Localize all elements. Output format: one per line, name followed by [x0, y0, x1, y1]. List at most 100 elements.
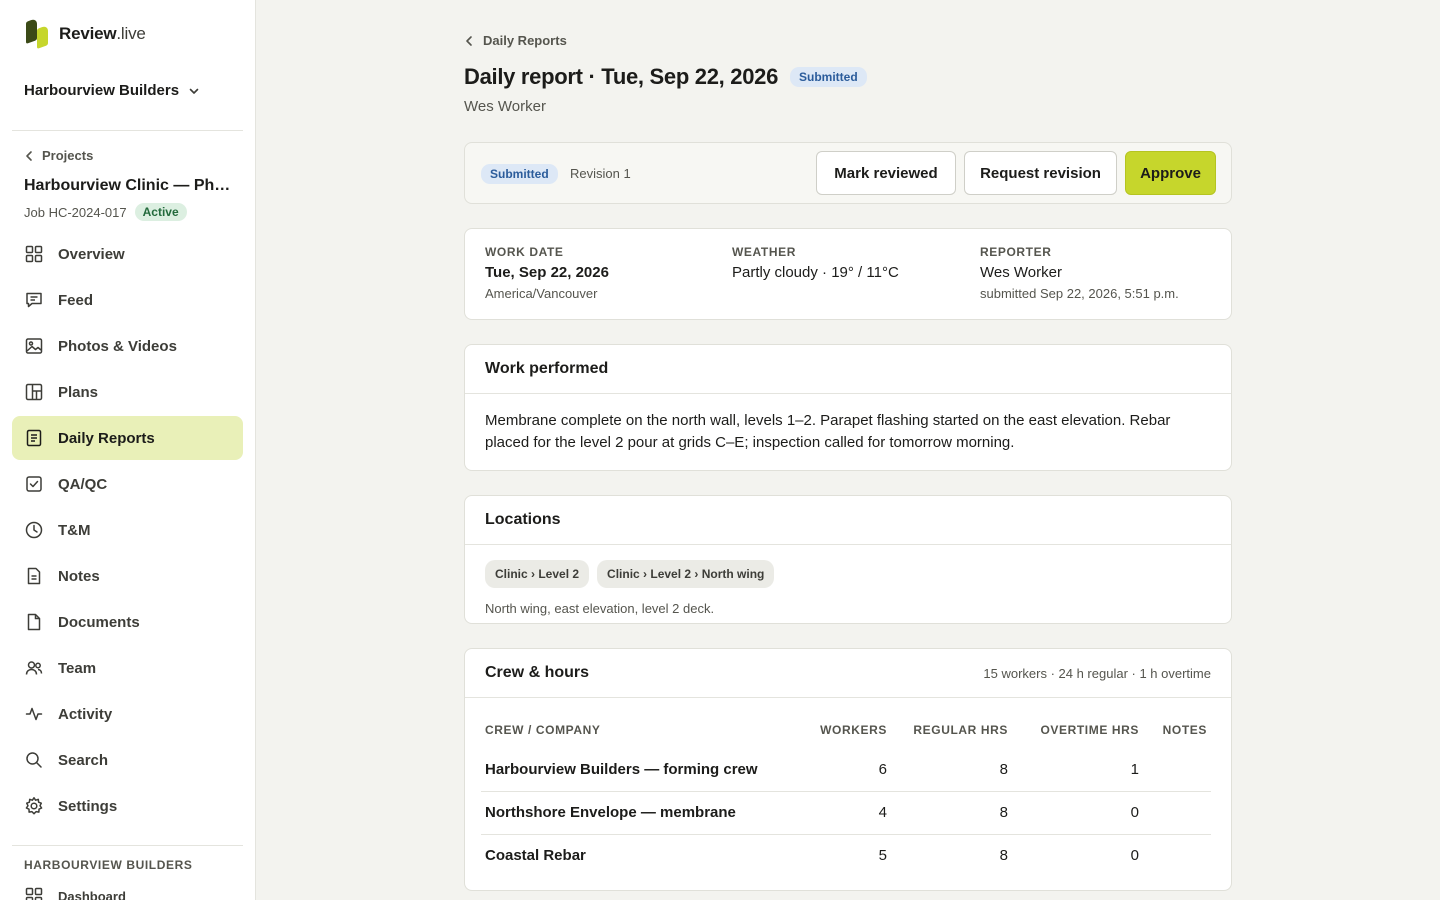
action-status-badge: Submitted [481, 164, 558, 184]
crew-table: CREW / COMPANY WORKERS REGULAR HRS OVERT… [481, 712, 1211, 877]
chevron-down-icon [189, 88, 199, 94]
location-tag: Clinic › Level 2 › North wing [597, 560, 775, 588]
brand-logo-icon [24, 17, 50, 50]
chevron-left-icon [466, 35, 472, 46]
table-row: Harbourview Builders — forming crew 6 8 … [481, 748, 1211, 792]
project-name: Harbourview Clinic — Phase 2 [24, 177, 234, 194]
crew-regular-hours: 8 [999, 847, 1008, 865]
column-header: OVERTIME HRS [1040, 723, 1139, 737]
locations-title: Locations [485, 511, 561, 528]
checkbox-icon [26, 476, 42, 492]
sidebar-item-activity[interactable]: Activity [12, 692, 243, 736]
report-meta-card: WORK DATE Tue, Sep 22, 2026 America/Vanc… [464, 228, 1232, 320]
request-revision-button[interactable]: Request revision [964, 151, 1117, 195]
crew-workers: 4 [801, 791, 891, 835]
gear-icon [25, 797, 43, 815]
table-header-row: CREW / COMPANY WORKERS REGULAR HRS OVERT… [481, 712, 1211, 748]
sidebar: Review.live Harbourview Builders Project… [0, 0, 256, 900]
brand[interactable]: Review.live [24, 17, 146, 50]
crew-hours-card: Crew & hours 15 workers · 24 h regular ·… [464, 648, 1232, 891]
job-row: Job HC-2024-017 Active [24, 203, 187, 221]
crew-summary: 15 workers · 24 h regular · 1 h overtime [983, 665, 1211, 681]
message-icon [26, 292, 42, 308]
revision-label: Revision 1 [570, 166, 631, 181]
work-date-value: Tue, Sep 22, 2026 [485, 264, 609, 281]
project-status-badge: Active [134, 203, 187, 221]
plans-icon [25, 383, 43, 401]
grid-icon [25, 245, 43, 263]
brand-name: Review.live [59, 24, 146, 43]
note-icon [27, 567, 41, 585]
timezone-value: America/Vancouver [485, 286, 598, 301]
org-section-label: HARBOURVIEW BUILDERS [24, 858, 193, 872]
approve-button[interactable]: Approve [1125, 151, 1216, 195]
page-title: Daily report · Tue, Sep 22, 2026 [464, 64, 779, 89]
crew-overtime-hours: 1 [1012, 748, 1143, 792]
sidebar-item-search[interactable]: Search [12, 738, 243, 782]
sidebar-divider [12, 130, 243, 131]
activity-icon [25, 707, 43, 721]
page-subtitle: Wes Worker [464, 98, 546, 115]
grid-icon [25, 887, 43, 900]
sidebar-item-overview[interactable]: Overview [12, 232, 243, 276]
image-icon [25, 338, 43, 354]
weather-value: Partly cloudy · 19° / 11°C [732, 264, 899, 281]
mark-reviewed-button[interactable]: Mark reviewed [816, 151, 956, 195]
sidebar-item-tm[interactable]: T&M [12, 508, 243, 552]
breadcrumb[interactable]: Daily Reports [464, 33, 567, 48]
crew-overtime-hours: 0 [1012, 791, 1143, 835]
sidebar-item-documents[interactable]: Documents [12, 600, 243, 644]
team-icon [25, 661, 43, 675]
sidebar-item-feed[interactable]: Feed [12, 278, 243, 322]
sidebar-item-settings[interactable]: Settings [12, 784, 243, 828]
locations-card: Locations Clinic › Level 2 Clinic › Leve… [464, 495, 1232, 624]
sidebar-item-photos-videos[interactable]: Photos & Videos [12, 324, 243, 368]
crew-name: Coastal Rebar [485, 847, 586, 865]
work-performed-card: Work performed Membrane complete on the … [464, 344, 1232, 471]
column-header: NOTES [1162, 723, 1207, 737]
locations-note: North wing, east elevation, level 2 deck… [485, 601, 715, 616]
location-tag: Clinic › Level 2 [485, 560, 590, 588]
review-action-bar: Submitted Revision 1 Mark reviewed Reque… [464, 142, 1232, 204]
sidebar-item-qaqc[interactable]: QA/QC [12, 462, 243, 506]
crew-hours-title: Crew & hours [485, 664, 590, 681]
status-badge: Submitted [790, 67, 867, 87]
clock-icon [25, 521, 43, 539]
crew-workers: 5 [878, 847, 887, 865]
table-row: Northshore Envelope — membrane 4 8 0 [481, 791, 1211, 835]
reporter-value: Wes Worker [980, 264, 1062, 281]
crew-notes [1143, 834, 1211, 877]
column-header: WORKERS [820, 723, 887, 737]
projects-back-link[interactable]: Projects [24, 148, 93, 163]
sidebar-item-notes[interactable]: Notes [12, 554, 243, 598]
job-number: Job HC-2024-017 [24, 204, 127, 220]
title-row: Daily report · Tue, Sep 22, 2026 Submitt… [464, 64, 867, 90]
project-nav: Overview Feed Photos & Videos Plans Dail… [12, 232, 243, 830]
search-icon [26, 752, 42, 768]
crew-name: Northshore Envelope — membrane [481, 791, 801, 835]
sidebar-item-plans[interactable]: Plans [12, 370, 243, 414]
sidebar-item-dashboard[interactable]: Dashboard [24, 886, 126, 900]
crew-notes [1143, 748, 1211, 792]
work-date-field: WORK DATE Tue, Sep 22, 2026 America/Vanc… [485, 245, 609, 301]
location-tags: Clinic › Level 2 Clinic › Level 2 › Nort… [485, 560, 1211, 588]
column-header: REGULAR HRS [913, 723, 1008, 737]
work-performed-text: Membrane complete on the north wall, lev… [485, 412, 1171, 451]
report-icon [26, 429, 42, 447]
crew-name: Harbourview Builders — forming crew [481, 748, 801, 792]
submitted-at-value: submitted Sep 22, 2026, 5:51 p.m. [980, 286, 1179, 301]
crew-regular-hours: 8 [891, 791, 1012, 835]
work-performed-title: Work performed [485, 360, 609, 377]
table-row: Coastal Rebar 5 8 0 [481, 834, 1211, 877]
column-header: CREW / COMPANY [485, 723, 601, 737]
crew-workers: 6 [801, 748, 891, 792]
org-switcher[interactable]: Harbourview Builders [24, 82, 200, 99]
sidebar-item-daily-reports[interactable]: Daily Reports [12, 416, 243, 460]
sidebar-item-team[interactable]: Team [12, 646, 243, 690]
sidebar-divider [12, 845, 243, 846]
org-name: Harbourview Builders [24, 82, 180, 99]
reporter-field: REPORTER Wes Worker submitted Sep 22, 20… [980, 245, 1179, 301]
crew-regular-hours: 8 [891, 748, 1012, 792]
crew-overtime-hours: 0 [1130, 847, 1139, 865]
weather-field: WEATHER Partly cloudy · 19° / 11°C [732, 245, 899, 281]
